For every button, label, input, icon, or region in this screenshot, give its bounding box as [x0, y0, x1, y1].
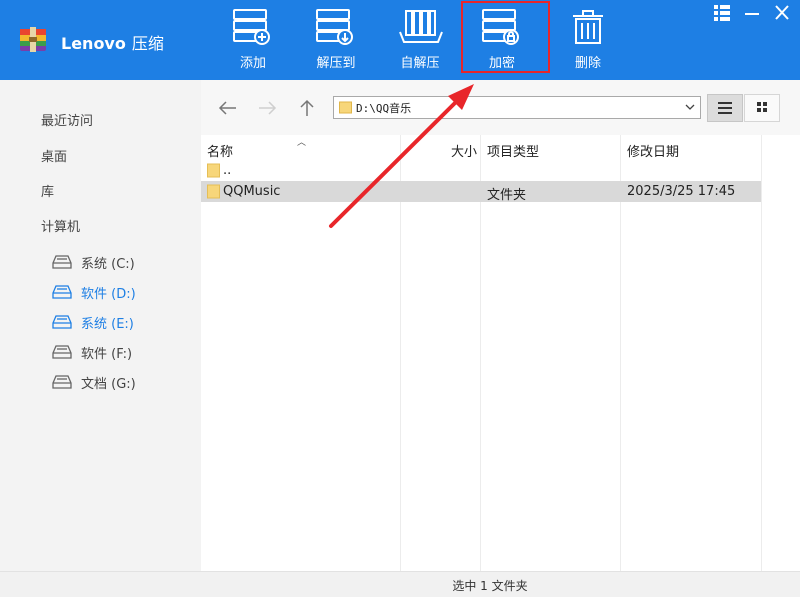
- drive-label: 软件 (D:): [81, 283, 136, 302]
- drive-label: 文档 (G:): [81, 373, 136, 392]
- drive-icon: [52, 375, 72, 389]
- grid-view-icon: [745, 95, 779, 121]
- app-title-cn: 压缩: [132, 34, 164, 53]
- trash-icon: [564, 8, 612, 48]
- file-list: ︿ 名称 大小 项目类型 修改日期 .. QQMusic 文件夹 2025/3/…: [201, 135, 800, 571]
- close-icon[interactable]: [772, 4, 792, 22]
- drive-icon: [52, 285, 72, 299]
- extract-label: 解压到: [304, 52, 368, 71]
- folder-icon: [339, 101, 352, 114]
- extract-icon: [312, 8, 360, 48]
- address-bar[interactable]: D:\QQ音乐: [333, 96, 701, 119]
- drive-icon: [52, 255, 72, 269]
- sidebar-item-desktop[interactable]: 桌面: [41, 146, 67, 165]
- row-name: QQMusic: [223, 184, 280, 199]
- app-logo-icon: [18, 24, 48, 54]
- app-brand: Lenovo: [61, 34, 126, 53]
- row-type: 文件夹: [487, 184, 526, 203]
- column-header-name[interactable]: 名称: [207, 141, 233, 160]
- list-view-icon: [708, 95, 742, 121]
- sidebar-item-recent[interactable]: 最近访问: [41, 110, 93, 129]
- self-extract-button[interactable]: 自解压: [388, 8, 452, 72]
- menu-grid-icon[interactable]: [712, 4, 732, 22]
- status-text: 选中 1 文件夹: [0, 577, 800, 594]
- column-header-modified[interactable]: 修改日期: [627, 141, 679, 160]
- back-arrow-icon[interactable]: [217, 98, 239, 118]
- row-name: ..: [223, 163, 231, 178]
- add-label: 添加: [221, 52, 285, 71]
- extract-to-button[interactable]: 解压到: [304, 8, 368, 72]
- folder-icon: [207, 163, 220, 178]
- encrypt-highlight-box: [461, 1, 550, 73]
- grid-view-button[interactable]: [744, 94, 780, 122]
- folder-icon: [207, 184, 220, 199]
- chevron-down-icon[interactable]: [684, 100, 696, 114]
- title-toolbar: Lenovo 压缩 添加 解压到: [0, 0, 800, 80]
- address-path: D:\QQ音乐: [356, 100, 411, 116]
- drive-label: 软件 (F:): [81, 343, 132, 362]
- self-extract-label: 自解压: [388, 52, 452, 71]
- drive-label: 系统 (E:): [81, 313, 134, 332]
- navigation-bar: D:\QQ音乐: [201, 80, 800, 135]
- table-row[interactable]: QQMusic 文件夹 2025/3/25 17:45: [201, 181, 761, 202]
- drive-icon: [52, 345, 72, 359]
- sort-ascending-icon: ︿: [297, 135, 306, 148]
- drive-icon: [52, 315, 72, 329]
- add-icon: [229, 8, 277, 48]
- sidebar: 最近访问 桌面 库 计算机 系统 (C:) 软件 (D:) 系统 (E:) 软件…: [0, 80, 201, 597]
- forward-arrow-icon[interactable]: [256, 98, 278, 118]
- column-header-type[interactable]: 项目类型: [487, 141, 539, 160]
- row-modified: 2025/3/25 17:45: [627, 184, 735, 199]
- up-arrow-icon[interactable]: [296, 98, 318, 118]
- app-title: Lenovo 压缩: [61, 30, 164, 54]
- minimize-icon[interactable]: [742, 4, 762, 22]
- status-bar: 选中 1 文件夹: [0, 571, 800, 597]
- column-divider: [761, 135, 762, 571]
- sidebar-item-library[interactable]: 库: [41, 181, 54, 200]
- delete-button[interactable]: 删除: [556, 8, 620, 72]
- self-extract-icon: [396, 8, 444, 48]
- list-view-button[interactable]: [707, 94, 743, 122]
- drive-label: 系统 (C:): [81, 253, 135, 272]
- delete-label: 删除: [556, 52, 620, 71]
- add-button[interactable]: 添加: [221, 8, 285, 72]
- table-row[interactable]: ..: [201, 160, 761, 181]
- column-header-size[interactable]: 大小: [451, 141, 477, 160]
- sidebar-item-computer[interactable]: 计算机: [41, 216, 80, 235]
